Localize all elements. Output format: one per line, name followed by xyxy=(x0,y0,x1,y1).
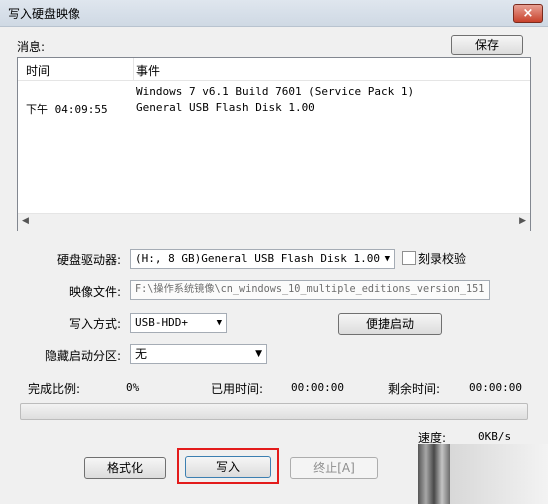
hidden-partition-label: 隐藏启动分区: xyxy=(45,349,122,363)
elapsed-value: 00:00:00 xyxy=(291,381,344,394)
write-method-value: USB-HDD+ xyxy=(135,316,188,329)
chevron-down-icon: ▼ xyxy=(216,318,222,328)
log-header: 时间 事件 xyxy=(18,58,530,81)
write-method-select[interactable]: USB-HDD+ ▼ xyxy=(130,313,227,333)
image-file-field[interactable]: F:\操作系统镜像\cn_windows_10_multiple_edition… xyxy=(130,280,490,300)
save-button[interactable]: 保存 xyxy=(451,35,523,55)
speed-value: 0KB/s xyxy=(478,430,512,443)
quick-boot-button[interactable]: 便捷启动 xyxy=(338,313,442,335)
format-button[interactable]: 格式化 xyxy=(84,457,166,479)
edge-artifact xyxy=(450,444,548,504)
scroll-left-icon[interactable]: ◀ xyxy=(22,216,29,226)
complete-value: 0% xyxy=(126,381,140,394)
column-header-event[interactable]: 事件 xyxy=(136,62,160,79)
hidden-partition-value: 无 xyxy=(135,347,148,361)
verify-label[interactable]: 刻录校验 xyxy=(418,250,466,267)
chevron-down-icon: ▼ xyxy=(255,349,262,359)
verify-checkbox[interactable] xyxy=(402,251,416,265)
close-button[interactable]: × xyxy=(513,4,543,23)
image-file-value: F:\操作系统镜像\cn_windows_10_multiple_edition… xyxy=(135,284,485,295)
log-row-event: Windows 7 v6.1 Build 7601 (Service Pack … xyxy=(136,85,415,98)
close-icon: × xyxy=(522,6,534,21)
drive-select[interactable]: (H:, 8 GB)General USB Flash Disk 1.00 ▼ xyxy=(130,249,395,269)
message-log: 时间 事件 Windows 7 v6.1 Build 7601 (Service… xyxy=(17,57,531,231)
elapsed-label: 已用时间: xyxy=(211,382,264,396)
image-file-label: 映像文件: xyxy=(69,285,122,299)
complete-label: 完成比例: xyxy=(28,382,81,396)
title-bar: 写入硬盘映像 × xyxy=(0,0,548,27)
write-method-label: 写入方式: xyxy=(69,317,122,331)
log-row-time: 下午 04:09:55 xyxy=(26,103,108,116)
remaining-label: 剩余时间: xyxy=(388,382,441,396)
messages-label: 消息: xyxy=(17,40,46,54)
window-title: 写入硬盘映像 xyxy=(8,7,81,21)
column-header-time[interactable]: 时间 xyxy=(26,62,50,79)
hidden-partition-select[interactable]: 无 ▼ xyxy=(130,344,267,364)
scroll-right-icon[interactable]: ▶ xyxy=(519,216,526,226)
edge-artifact xyxy=(418,444,450,504)
stop-button[interactable]: 终止[A] xyxy=(290,457,378,479)
horizontal-scrollbar[interactable]: ◀ ▶ xyxy=(18,213,530,231)
remaining-value: 00:00:00 xyxy=(469,381,522,394)
progress-bar xyxy=(20,403,528,420)
log-row-event: General USB Flash Disk 1.00 xyxy=(136,101,315,114)
column-divider[interactable] xyxy=(133,58,134,80)
drive-value: (H:, 8 GB)General USB Flash Disk 1.00 xyxy=(135,252,381,265)
drive-label: 硬盘驱动器: xyxy=(57,253,122,267)
write-button[interactable]: 写入 xyxy=(185,456,271,478)
chevron-down-icon: ▼ xyxy=(384,254,390,264)
